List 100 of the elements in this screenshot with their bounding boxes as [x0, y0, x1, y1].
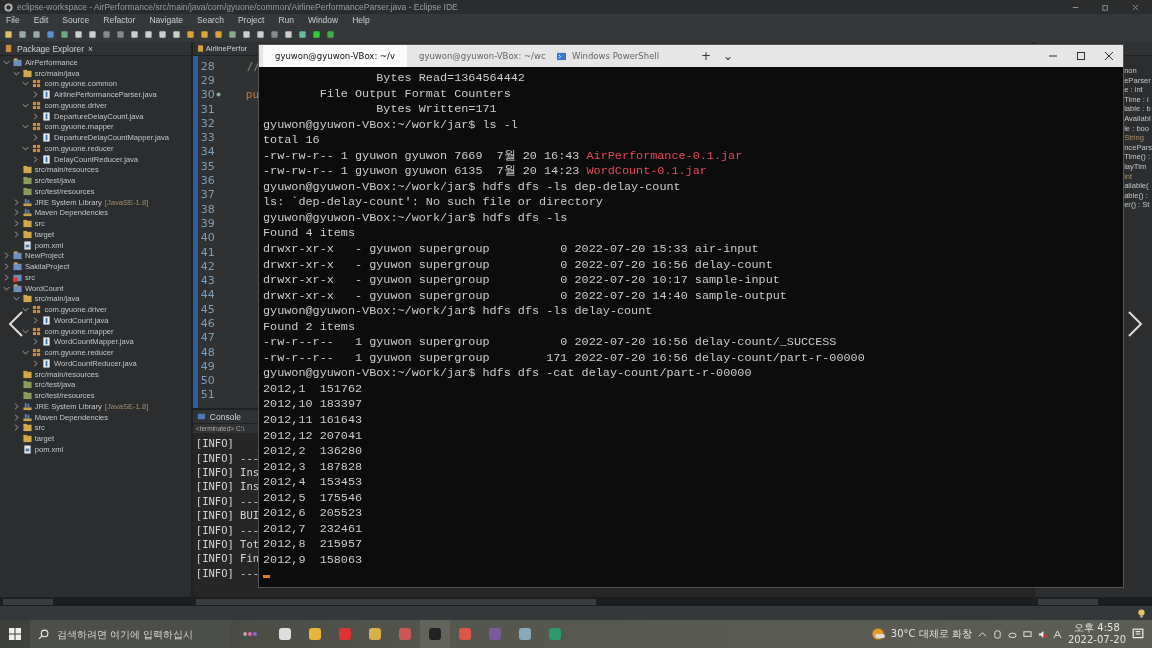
menu-item[interactable]: Project — [237, 15, 265, 25]
library-icon — [22, 401, 32, 411]
expanded-caret-icon[interactable] — [22, 327, 30, 335]
terminal-line: 2012,11 161643 — [263, 413, 363, 428]
collapsed-caret-icon[interactable] — [12, 230, 20, 238]
terminal-line: -rw-r--r-- 1 gyuwon supergroup 171 2022-07-20 16:56 delay-count/part-r-00000 — [263, 350, 865, 365]
collapsed-caret-icon[interactable] — [12, 424, 20, 432]
terminal-line: File Output Format Counters — [318, 86, 511, 101]
panel-tab[interactable]: Package Explorer — [17, 43, 85, 54]
search-bar[interactable]: 검색하려면 여기에 입력하십시 — [30, 620, 230, 648]
menu-item[interactable]: Source — [62, 15, 90, 25]
chevron-up-icon[interactable] — [977, 629, 987, 639]
collapsed-caret-icon[interactable] — [12, 198, 20, 206]
collapsed-caret-icon[interactable] — [32, 155, 40, 163]
collapsed-caret-icon[interactable] — [12, 209, 20, 217]
expanded-caret-icon[interactable] — [22, 80, 30, 88]
expanded-caret-icon[interactable] — [12, 69, 20, 77]
line-number: 45 — [200, 302, 215, 316]
line-number: 29 — [200, 73, 215, 87]
collapsed-caret-icon[interactable] — [12, 402, 20, 410]
line-number: 35 — [200, 159, 215, 173]
scrollbar[interactable] — [1035, 597, 1152, 606]
lightbulb-icon — [1137, 608, 1146, 618]
clock[interactable]: 오후 4:58 2022-07-20 — [1067, 622, 1126, 646]
speaker-muted-icon[interactable] — [1037, 629, 1047, 639]
line-number: 39 — [200, 216, 215, 230]
project-icon — [13, 262, 22, 272]
scrollbar[interactable] — [0, 597, 191, 606]
expanded-caret-icon[interactable] — [22, 306, 30, 314]
line-number: 36 — [200, 174, 215, 187]
library-icon — [22, 208, 32, 218]
terminal-line: gyuwon@gyuwon-VBox:~/work/jar$ hdfs dfs -ls — [263, 210, 568, 225]
restore-icon[interactable] — [1100, 2, 1110, 12]
java-file-icon — [42, 154, 52, 164]
terminal-line: -rw-rw-r-- 1 gyuwon gyuwon 7669 7월 20 16:43 — [263, 148, 581, 163]
menu-item[interactable]: Refactor — [103, 15, 136, 25]
terminal-line: 2012,1 151762 — [263, 381, 363, 396]
collapsed-caret-icon[interactable] — [3, 273, 10, 281]
expanded-caret-icon[interactable] — [22, 123, 30, 131]
close-icon[interactable] — [1130, 2, 1140, 12]
terminal-line: 2012,2 136280 — [263, 444, 363, 459]
menu-item[interactable]: File — [6, 15, 20, 25]
console-line: [INFO] Ins — [195, 480, 260, 493]
terminal-line: ls: `dep-delay-count': No such file or directory — [263, 195, 603, 210]
source-folder-icon — [22, 176, 32, 186]
line-number: 43 — [200, 274, 215, 288]
terminal-line: 2012,6 205523 — [263, 506, 363, 521]
java-file-icon — [42, 315, 52, 325]
new-tab-button[interactable]: + — [695, 45, 718, 67]
expanded-caret-icon[interactable] — [22, 101, 30, 109]
collapsed-caret-icon[interactable] — [3, 263, 10, 271]
window-title: eclipse-workspace - AirPerformance/src/main/java/com/gyuone/common/AirlinePerformanceParser.java - Eclipse IDE — [17, 2, 459, 12]
collapsed-caret-icon[interactable] — [32, 316, 40, 324]
collapsed-caret-icon[interactable] — [32, 338, 40, 346]
terminal-line: 2012,10 183397 — [263, 397, 363, 412]
xml-file-icon — [22, 240, 32, 250]
terminal-tab[interactable]: gyuwon@gyuwon-VBox: ~/wc — [407, 45, 551, 67]
input-method-icon[interactable] — [1052, 629, 1062, 639]
tab-dropdown-button[interactable]: ⌄ — [717, 45, 740, 67]
expanded-caret-icon[interactable] — [12, 295, 20, 303]
clock-time: 오후 4:58 — [1074, 622, 1120, 634]
explorer-icon — [4, 44, 13, 53]
terminal-tab[interactable]: Windows PowerShell — [551, 45, 695, 67]
menu-item[interactable]: Search — [197, 15, 224, 25]
terminal-tab[interactable]: gyuwon@gyuwon-VBox: ~/v — [263, 45, 407, 67]
terminal-line: drwxr-xr-x - gyuwon supergroup 0 2022-07-20 15:33 air-input — [263, 242, 759, 256]
menu-item[interactable]: Navigate — [149, 15, 183, 25]
expanded-caret-icon[interactable] — [22, 144, 30, 152]
search-field[interactable]: 검색하려면 여기에 입력하십시 — [55, 627, 200, 641]
expanded-caret-icon[interactable] — [22, 349, 30, 357]
collapsed-caret-icon[interactable] — [12, 220, 20, 228]
line-number: 44 — [200, 288, 215, 302]
console-line: [INFO] Ins — [195, 465, 260, 478]
line-number: 32 — [200, 116, 215, 130]
terminal-line: 2012,8 215957 — [263, 537, 363, 552]
close-icon[interactable]: × — [88, 43, 94, 54]
expanded-caret-icon[interactable] — [3, 284, 10, 292]
notification-icon[interactable] — [1132, 628, 1144, 640]
line-number: 41 — [200, 245, 215, 259]
collapsed-caret-icon[interactable] — [32, 359, 40, 367]
expanded-caret-icon[interactable] — [3, 58, 10, 66]
terminal-button[interactable] — [420, 620, 450, 648]
menu-item[interactable]: Edit — [33, 15, 49, 25]
menu-item[interactable]: Help — [352, 15, 370, 25]
collapsed-caret-icon[interactable] — [12, 413, 20, 421]
collapsed-caret-icon[interactable] — [3, 252, 10, 260]
terminal-line: gyuwon@gyuwon-VBox:~/work/jar$ ls -l — [263, 117, 518, 132]
menu-item[interactable]: Window — [308, 15, 339, 25]
terminal-line: -rw-r--r-- 1 gyuwon supergroup 0 2022-07-20 16:56 delay-count/_SUCCESS — [263, 335, 837, 350]
terminal-line: total 16 — [263, 133, 320, 148]
source-folder-icon — [22, 380, 32, 390]
collapsed-caret-icon[interactable] — [32, 112, 40, 120]
collapsed-caret-icon[interactable] — [32, 134, 40, 142]
scrollbar[interactable] — [192, 597, 1034, 606]
panel-tab[interactable]: Console — [209, 411, 242, 422]
console-line: [INFO] --- — [195, 494, 260, 507]
monitor-icon[interactable] — [1022, 629, 1032, 639]
collapsed-caret-icon[interactable] — [32, 91, 40, 99]
clock-date: 2022-07-20 — [1067, 634, 1126, 646]
menu-item[interactable]: Run — [278, 15, 294, 25]
